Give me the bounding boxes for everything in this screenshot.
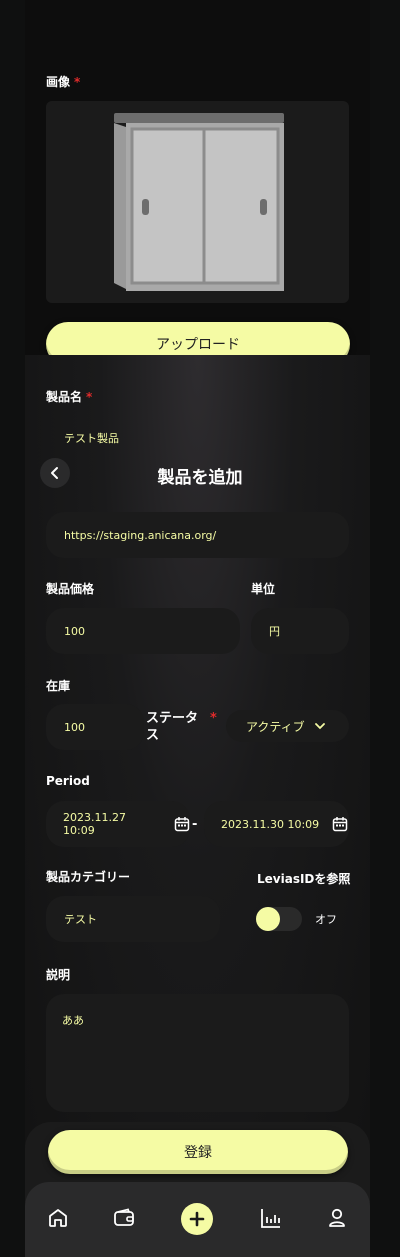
product-name-label: 製品名 *: [46, 390, 93, 404]
category-value: テスト: [64, 913, 97, 926]
toggle-state-text: オフ: [315, 913, 337, 926]
product-name-value: テスト製品: [64, 432, 119, 445]
levias-label: LeviasIDを参照: [257, 872, 351, 886]
unit-input[interactable]: 円: [251, 608, 349, 654]
category-input[interactable]: テスト: [46, 896, 220, 942]
description-value: ああ: [62, 1014, 84, 1027]
add-icon[interactable]: [181, 1203, 213, 1235]
cabinet-image: [114, 113, 284, 291]
home-icon[interactable]: [46, 1206, 70, 1230]
unit-value: 円: [269, 625, 280, 638]
description-label: 説明: [46, 968, 71, 982]
stock-input[interactable]: 100: [46, 704, 144, 750]
period-start-value: 2023.11.27 10:09: [63, 811, 126, 837]
description-textarea[interactable]: ああ: [46, 994, 349, 1112]
page-title: 製品を追加: [157, 468, 243, 488]
period-separator: -: [192, 817, 198, 832]
period-end-value: 2023.11.30 10:09: [221, 817, 320, 831]
user-icon[interactable]: [325, 1206, 349, 1230]
url-value: https://staging.anicana.org/: [64, 528, 217, 542]
category-label: 製品カテゴリー: [46, 870, 131, 884]
plus-icon: [189, 1211, 205, 1227]
price-label: 製品価格: [46, 582, 95, 596]
period-start-input[interactable]: 2023.11.27 10:09: [46, 801, 190, 847]
status-label: ステータ * ス: [146, 711, 217, 743]
calendar-icon[interactable]: [174, 816, 190, 832]
wallet-icon[interactable]: [112, 1206, 136, 1230]
status-select[interactable]: アクティブ: [226, 710, 349, 742]
period-end-input[interactable]: 2023.11.30 10:09: [204, 801, 349, 847]
status-value: アクティブ: [246, 719, 305, 734]
unit-label: 単位: [251, 582, 276, 596]
stock-value: 100: [64, 720, 85, 734]
chart-icon[interactable]: [259, 1206, 283, 1230]
period-label: Period: [46, 774, 90, 788]
chevron-down-icon: [314, 723, 325, 730]
calendar-icon[interactable]: [332, 816, 348, 832]
stock-label: 在庫: [46, 679, 71, 693]
product-name-input[interactable]: テスト製品: [46, 416, 349, 456]
product-image-preview[interactable]: [46, 101, 349, 303]
image-label: 画像 *: [46, 75, 81, 89]
price-value: 100: [64, 624, 85, 638]
url-input[interactable]: https://staging.anicana.org/: [46, 512, 349, 558]
price-input[interactable]: 100: [46, 608, 240, 654]
toggle-knob: [256, 907, 280, 931]
register-button[interactable]: 登録: [48, 1130, 348, 1174]
levias-toggle[interactable]: [256, 907, 302, 931]
